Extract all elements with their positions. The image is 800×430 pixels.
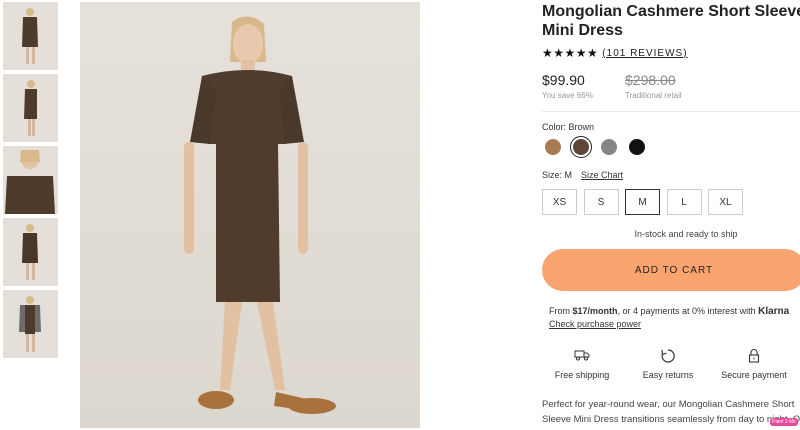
lock-icon [714,348,794,364]
size-xs-button[interactable]: XS [542,189,577,215]
add-to-cart-button[interactable]: ADD TO CART [542,249,800,291]
thumbnail-back[interactable] [3,218,58,286]
thumbnail-front[interactable] [3,2,58,70]
rating-row: ★★★★★ (101 REVIEWS) [542,46,800,60]
current-price: $99.90 [542,72,585,88]
perk-secure-payment: Secure payment [714,348,794,380]
size-row: Size: M Size Chart [542,170,800,180]
size-label: Size: M [542,170,573,180]
size-s-button[interactable]: S [583,189,619,215]
perk-easy-returns: Easy returns [628,348,708,380]
perk-label: Easy returns [642,370,694,380]
product-description: Perfect for year-round wear, our Mongoli… [542,399,800,430]
swatch-brown[interactable] [570,136,592,158]
star-rating-icon: ★★★★★ [542,46,599,60]
swatch-grey[interactable] [601,139,617,155]
klarna-suffix: , or 4 payments at 0% interest with [617,306,759,316]
badge: Paint 3 Me [770,418,798,426]
main-product-image [80,2,420,428]
swatch-black[interactable] [629,139,645,155]
size-m-button[interactable]: M [625,189,660,215]
price-row: $99.90 You save 66% $298.00 Traditional … [542,72,800,100]
size-chart-link[interactable]: Size Chart [581,170,623,180]
size-xl-button[interactable]: XL [708,189,743,215]
klarna-prefix: From [549,306,573,316]
reviews-link[interactable]: (101 REVIEWS) [602,48,687,59]
truck-icon [542,348,622,364]
size-l-button[interactable]: L [666,189,702,215]
thumbnail-closeup[interactable] [3,146,58,214]
perk-free-shipping: Free shipping [542,348,622,380]
savings-text: You save 66% [542,91,593,100]
thumbnail-layered[interactable] [3,290,58,358]
size-options: XS S M L XL [542,189,800,215]
retail-price-label: Traditional retail [625,91,682,100]
klarna-logo: Klarna [758,306,790,317]
thumbnail-side[interactable] [3,74,58,142]
perks-row: Free shipping Easy returns Secure paymen… [542,348,800,380]
color-label: Color: Brown [542,122,595,132]
return-icon [628,348,708,364]
klarna-amount: $17/month [572,306,618,316]
retail-price: $298.00 [625,72,676,88]
check-purchase-power-link[interactable]: Check purchase power [549,318,800,330]
swatch-camel[interactable] [545,139,561,155]
perk-label: Free shipping [554,370,610,380]
perk-label: Secure payment [721,370,787,380]
product-info-panel: Mongolian Cashmere Short Sleeve Mini Dre… [542,0,800,430]
stock-status: In-stock and ready to ship [634,229,738,239]
thumbnail-list [3,2,59,362]
product-title: Mongolian Cashmere Short Sleeve Mini Dre… [542,3,800,39]
divider [542,111,800,112]
klarna-info: From $17/month, or 4 payments at 0% inte… [549,305,800,330]
color-swatches [545,136,800,158]
